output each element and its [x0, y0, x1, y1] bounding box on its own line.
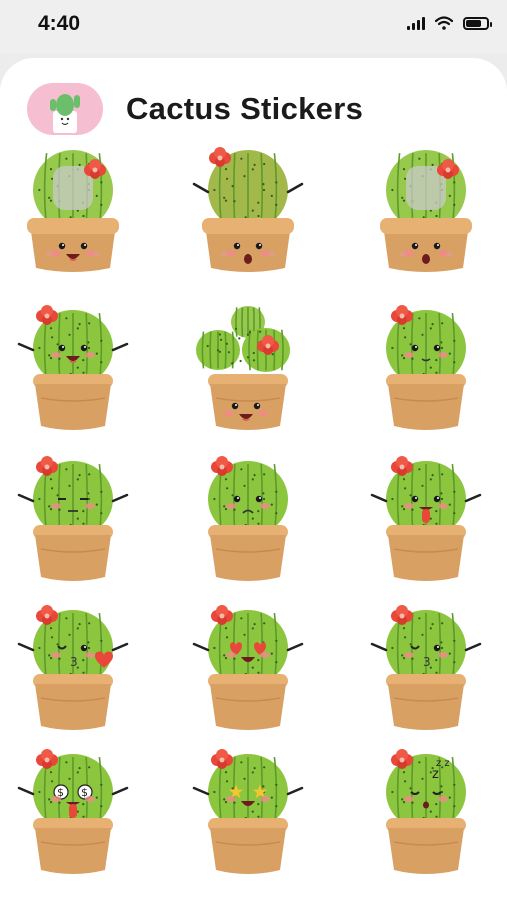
cactus-sticker-star-eyes[interactable]	[188, 748, 308, 878]
cactus-sticker-sad[interactable]	[188, 455, 308, 585]
cactus-sticker-triple-laughing[interactable]	[188, 304, 308, 434]
cactus-sticker-tongue-out[interactable]	[366, 455, 486, 585]
cactus-sticker-tongue-out-image	[370, 456, 482, 581]
cactus-sticker-tall-plain-image	[27, 150, 119, 272]
cellular-signal-icon	[407, 16, 425, 30]
svg-text:z: z	[432, 767, 439, 782]
svg-text:3: 3	[423, 655, 431, 669]
cactus-sticker-kiss-heart[interactable]: 3	[13, 604, 133, 734]
cactus-sticker-sad-image	[208, 456, 288, 581]
cactus-sticker-sleeping[interactable]: z zz	[366, 748, 486, 878]
sticker-grid: 3 3 $ $ z zz	[0, 58, 507, 900]
status-icons	[407, 16, 492, 30]
cactus-sticker-triple-laughing-image	[196, 306, 290, 430]
cactus-sticker-tall-surprised-image	[380, 150, 472, 272]
cactus-sticker-tall-shocked-image	[192, 147, 304, 272]
status-time: 4:40	[38, 12, 81, 35]
cactus-sticker-kiss-heart-image: 3	[17, 605, 129, 730]
sticker-sheet: Cactus Stickers 3 3 $ $ z zz	[0, 58, 507, 900]
cactus-sticker-sleeping-image: z zz	[386, 749, 466, 874]
cactus-sticker-heart-eyes-image	[192, 605, 304, 730]
status-bar: 4:40	[0, 0, 507, 54]
wifi-icon	[435, 16, 453, 30]
cactus-sticker-tall-shocked[interactable]	[188, 147, 308, 280]
cactus-sticker-unamused-image	[17, 456, 129, 581]
cactus-sticker-shy[interactable]	[366, 304, 486, 434]
cactus-sticker-shy-image	[386, 305, 466, 430]
cactus-sticker-heart-eyes[interactable]	[188, 604, 308, 734]
cactus-sticker-money-eyes[interactable]: $ $	[13, 748, 133, 878]
cactus-sticker-kissing[interactable]: 3	[366, 604, 486, 734]
cactus-sticker-waving-happy-image	[17, 305, 129, 430]
cactus-sticker-money-eyes-image: $ $	[17, 749, 129, 874]
svg-text:3: 3	[70, 655, 78, 669]
battery-icon	[463, 16, 492, 30]
cactus-sticker-tall-surprised[interactable]	[366, 150, 486, 280]
cactus-sticker-star-eyes-image	[192, 749, 304, 874]
cactus-sticker-waving-happy[interactable]	[13, 304, 133, 434]
cactus-sticker-tall-plain[interactable]	[13, 150, 133, 280]
cactus-sticker-unamused[interactable]	[13, 455, 133, 585]
cactus-sticker-kissing-image: 3	[370, 605, 482, 730]
